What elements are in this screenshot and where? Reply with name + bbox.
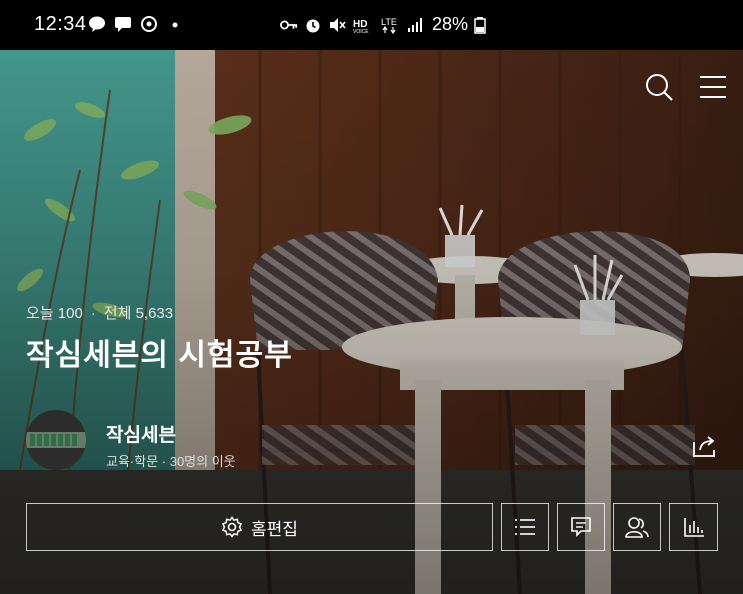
comment-button[interactable] <box>557 503 605 551</box>
blogger-meta: 교육·학문 · 30명의 이웃 <box>106 454 236 469</box>
battery-level: 28% <box>432 14 469 34</box>
neighbor-button[interactable] <box>613 503 661 551</box>
home-edit-button[interactable]: 홈편집 <box>26 503 493 551</box>
blog-cover: 오늘 100 · 전체 5,633 작심세븐의 시험공부 작심세븐 교육·학문 · … <box>0 50 743 594</box>
avatar-image <box>26 410 86 470</box>
category-button[interactable] <box>501 503 549 551</box>
mute-icon <box>330 17 346 32</box>
signal-icon <box>408 17 422 32</box>
avatar[interactable] <box>26 410 86 470</box>
separator-dot: · <box>90 305 96 322</box>
blog-home-screen: 12:34 HD VOICE LTE 28% 오늘 100 · 전체 5,633… <box>0 0 743 594</box>
stats-icon <box>683 518 704 537</box>
hd-voice-icon: HDVOICE <box>353 19 369 34</box>
dot-icon <box>172 22 178 28</box>
alarm-icon <box>306 19 320 32</box>
key-icon <box>280 20 298 29</box>
list-icon <box>515 519 535 535</box>
total-count: 전체 5,633 <box>103 305 174 322</box>
search-icon[interactable] <box>644 72 674 102</box>
blogger-nickname[interactable]: 작심세븐 <box>106 420 176 447</box>
visitor-stats: 오늘 100 · 전체 5,633 <box>26 302 173 323</box>
today-count: 오늘 100 <box>26 305 83 322</box>
status-right-icons: HD VOICE LTE 28% <box>280 14 486 35</box>
svg-text:LTE: LTE <box>381 17 397 27</box>
lte-icon: LTE <box>381 17 397 34</box>
status-bar: 12:34 HD VOICE LTE 28% <box>0 0 743 50</box>
home-edit-label: 홈편집 <box>251 519 298 539</box>
talk-icon <box>89 16 105 32</box>
battery-icon <box>474 16 486 34</box>
neighbor-icon <box>625 517 649 538</box>
gear-icon <box>222 516 243 538</box>
message-icon <box>115 17 131 32</box>
comment-icon <box>571 517 591 537</box>
sync-icon <box>141 16 157 32</box>
blog-title[interactable]: 작심세븐의 시험공부 <box>26 330 293 374</box>
status-left-icons <box>88 15 184 33</box>
menu-icon[interactable] <box>698 72 728 102</box>
share-icon[interactable] <box>692 434 718 458</box>
stats-button[interactable] <box>669 503 718 551</box>
status-time: 12:34 <box>34 13 87 35</box>
svg-text:VOICE: VOICE <box>353 29 369 34</box>
